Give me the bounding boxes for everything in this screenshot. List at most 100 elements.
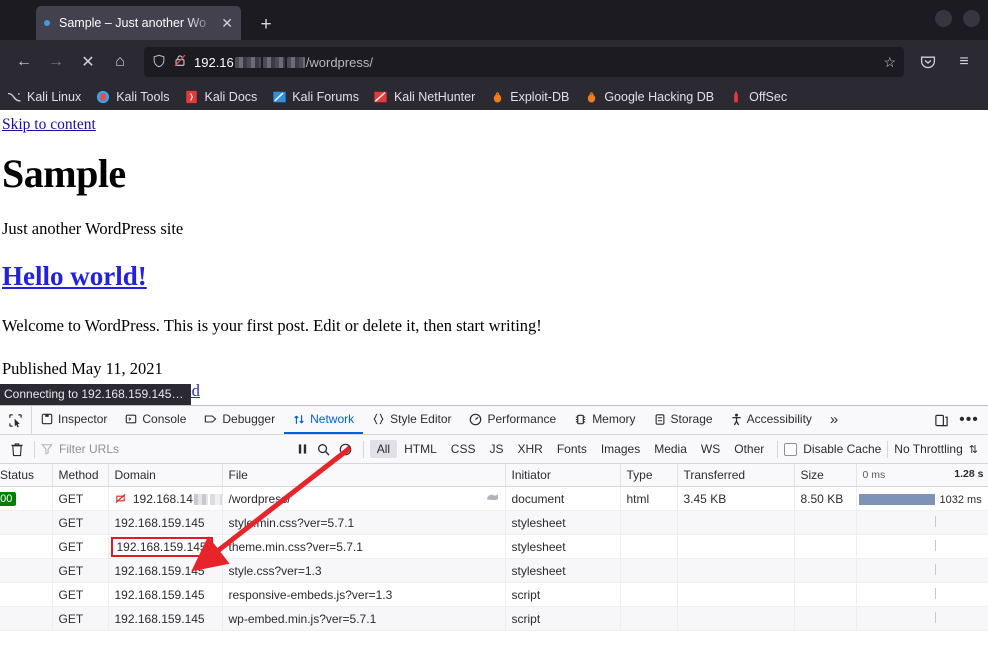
- filter-urls-box[interactable]: Filter URLs: [41, 442, 291, 456]
- site-tagline: Just another WordPress site: [2, 219, 184, 238]
- cell-size: [794, 510, 857, 535]
- table-row[interactable]: GET 192.168.159.145 style.min.css?ver=5.…: [0, 510, 988, 535]
- filter-html[interactable]: HTML: [397, 440, 444, 458]
- cell-transferred: 3.45 KB: [677, 486, 795, 511]
- back-icon[interactable]: ←: [8, 47, 40, 77]
- bookmark-exploit-db[interactable]: Exploit-DB: [489, 89, 569, 105]
- cell-domain: 192.168.159.145: [108, 582, 223, 607]
- stop-icon[interactable]: ✕: [72, 47, 104, 77]
- post-title-link[interactable]: Hello world!: [2, 261, 147, 291]
- tab-label: Style Editor: [390, 412, 452, 426]
- bookmarks-toolbar: Kali Linux Kali Tools Kali Docs Kali For…: [0, 84, 988, 110]
- bookmark-kali-nethunter[interactable]: Kali NetHunter: [373, 89, 475, 105]
- tab-console[interactable]: Console: [116, 406, 195, 434]
- blocked-tracker-icon: [115, 492, 129, 506]
- throttling-label: No Throttling: [894, 442, 963, 456]
- toolbar-right-buttons: ≡: [912, 47, 980, 77]
- address-bar[interactable]: 192.16/wordpress/ ☆: [144, 47, 904, 77]
- minimize-button[interactable]: [935, 10, 952, 27]
- bookmark-kali-tools[interactable]: Kali Tools: [95, 89, 169, 105]
- shield-icon[interactable]: [152, 54, 166, 71]
- table-row[interactable]: 200 GET 192.168.14 /wordpress/ document …: [0, 486, 988, 511]
- cell-type: [620, 558, 678, 583]
- filter-all[interactable]: All: [369, 440, 398, 458]
- skip-to-content-link[interactable]: Skip to content: [0, 110, 988, 134]
- lock-crossed-icon[interactable]: [173, 53, 187, 71]
- bookmark-star-icon[interactable]: ☆: [883, 54, 896, 71]
- bookmark-kali-linux[interactable]: Kali Linux: [6, 89, 81, 105]
- table-row[interactable]: GET 192.168.159.145 style.css?ver=1.3 st…: [0, 558, 988, 583]
- filter-images[interactable]: Images: [594, 440, 647, 458]
- column-size[interactable]: Size: [794, 464, 857, 487]
- filter-other[interactable]: Other: [727, 440, 771, 458]
- bookmark-label: Kali Forums: [292, 90, 359, 104]
- filter-js[interactable]: JS: [482, 440, 510, 458]
- file-text: /wordpress/: [228, 491, 291, 506]
- page-viewport: Skip to content Sample Just another Word…: [0, 110, 988, 405]
- tab-storage[interactable]: Storage: [645, 406, 722, 434]
- kali-dragon-icon: [6, 89, 22, 105]
- forward-icon[interactable]: →: [40, 47, 72, 77]
- tab-performance[interactable]: Performance: [460, 406, 565, 434]
- column-domain[interactable]: Domain: [108, 464, 223, 487]
- site-title: Sample: [2, 151, 126, 196]
- tab-inspector[interactable]: Inspector: [32, 406, 116, 434]
- column-initiator[interactable]: Initiator: [505, 464, 621, 487]
- table-row[interactable]: GET 192.168.159.145 theme.min.css?ver=5.…: [0, 534, 988, 559]
- table-row[interactable]: GET 192.168.159.145 wp-embed.min.js?ver=…: [0, 606, 988, 631]
- tab-label: Debugger: [222, 412, 276, 426]
- tab-title: Sample – Just another Wo: [59, 16, 207, 30]
- filter-ws[interactable]: WS: [694, 440, 727, 458]
- disable-cache-checkbox[interactable]: Disable Cache: [784, 442, 881, 456]
- devtools-tab-bar: Inspector Console Debugger Network Style…: [0, 406, 988, 435]
- column-status[interactable]: Status: [0, 464, 53, 487]
- tab-label: Storage: [670, 412, 713, 426]
- table-row[interactable]: GET 192.168.159.145 responsive-embeds.js…: [0, 582, 988, 607]
- column-transferred[interactable]: Transferred: [677, 464, 795, 487]
- tab-debugger[interactable]: Debugger: [195, 406, 284, 434]
- devtools-overflow-button[interactable]: »: [821, 406, 847, 434]
- maximize-button[interactable]: [963, 10, 980, 27]
- close-icon[interactable]: ✕: [221, 16, 233, 30]
- cell-initiator: script: [505, 582, 621, 607]
- cell-type: [620, 606, 678, 631]
- filter-xhr[interactable]: XHR: [510, 440, 549, 458]
- new-tab-button[interactable]: +: [255, 15, 277, 34]
- bookmark-offsec[interactable]: OffSec: [728, 89, 787, 105]
- home-icon[interactable]: ⌂: [104, 47, 136, 77]
- pocket-icon[interactable]: [912, 47, 944, 77]
- tab-accessibility[interactable]: Accessibility: [722, 406, 821, 434]
- search-icon[interactable]: [313, 436, 335, 463]
- cell-waterfall: [856, 558, 988, 583]
- cell-waterfall: 1032 ms: [856, 486, 988, 511]
- filter-css[interactable]: CSS: [444, 440, 483, 458]
- browser-tab[interactable]: Sample – Just another Wo ✕: [36, 6, 241, 40]
- tab-memory[interactable]: Memory: [565, 406, 644, 434]
- column-type[interactable]: Type: [620, 464, 678, 487]
- hamburger-menu-icon[interactable]: ≡: [948, 47, 980, 77]
- dock-icon[interactable]: [928, 407, 954, 434]
- waterfall-tick: [934, 539, 936, 551]
- filter-placeholder: Filter URLs: [59, 442, 120, 456]
- more-options-icon[interactable]: •••: [956, 407, 982, 434]
- element-picker-icon[interactable]: [0, 406, 32, 434]
- filter-fonts[interactable]: Fonts: [550, 440, 594, 458]
- filter-media[interactable]: Media: [647, 440, 694, 458]
- cell-waterfall: [856, 534, 988, 559]
- devtools-panel: Inspector Console Debugger Network Style…: [0, 405, 988, 669]
- bookmark-label: Kali Linux: [27, 90, 82, 104]
- throttling-select[interactable]: No Throttling ⇅: [894, 442, 982, 456]
- tab-style-editor[interactable]: Style Editor: [363, 406, 460, 434]
- column-method[interactable]: Method: [52, 464, 109, 487]
- tab-network[interactable]: Network: [284, 406, 364, 434]
- network-request-table[interactable]: Status Method Domain File Initiator Type…: [0, 464, 988, 669]
- bookmark-google-hacking-db[interactable]: Google Hacking DB: [583, 89, 714, 105]
- bookmark-kali-docs[interactable]: Kali Docs: [183, 89, 257, 105]
- pause-icon[interactable]: [293, 436, 313, 463]
- trash-icon[interactable]: [6, 436, 28, 463]
- bookmark-kali-forums[interactable]: Kali Forums: [271, 89, 359, 105]
- block-icon[interactable]: [335, 436, 357, 463]
- column-waterfall[interactable]: 0 ms 1.28 s: [856, 464, 988, 487]
- column-file[interactable]: File: [222, 464, 506, 487]
- url-redacted-block: [262, 56, 285, 68]
